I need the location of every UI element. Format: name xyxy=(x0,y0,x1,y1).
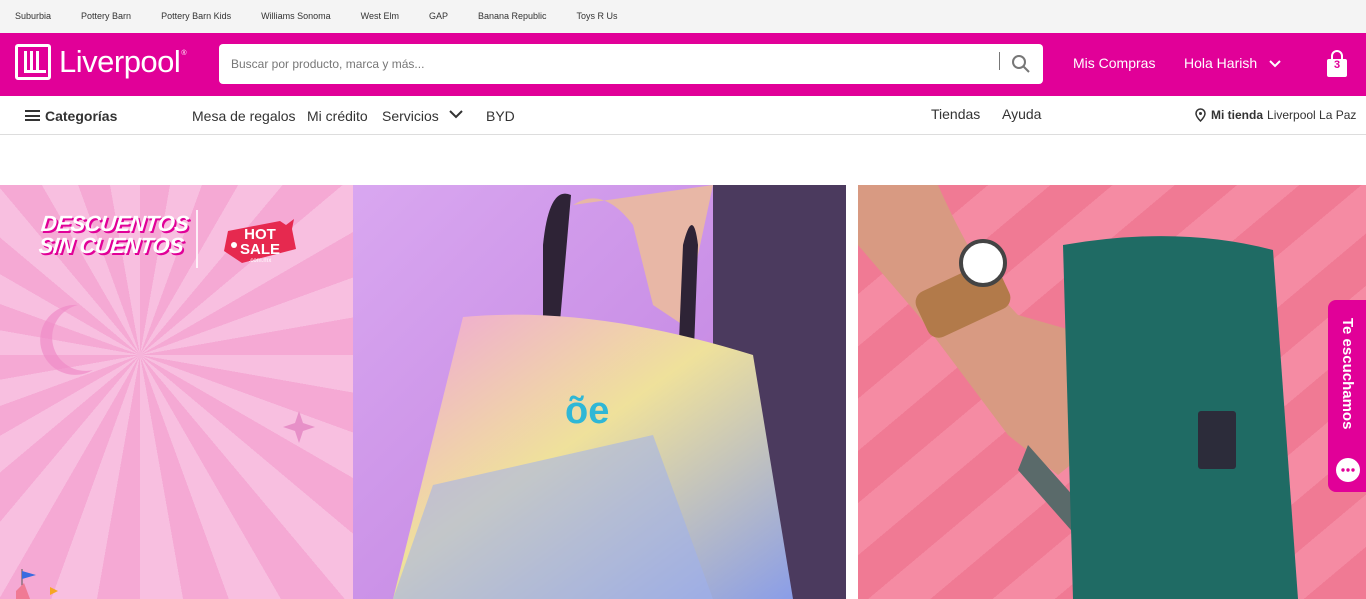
my-store-selector[interactable]: Mi tienda Liverpool La Paz xyxy=(1195,108,1356,122)
account-menu-button[interactable]: Hola Harish xyxy=(1184,55,1281,71)
partner-link-williams-sonoma[interactable]: Williams Sonoma xyxy=(261,0,331,33)
partner-link-pottery-barn-kids[interactable]: Pottery Barn Kids xyxy=(161,0,231,33)
cart-button[interactable]: 3 xyxy=(1325,50,1349,78)
partner-link-gap[interactable]: GAP xyxy=(429,0,448,33)
logo-wordmark: Liverpool xyxy=(59,44,181,79)
my-store-value: Liverpool La Paz xyxy=(1267,108,1357,122)
nav-servicios[interactable]: Servicios xyxy=(382,108,439,124)
hero-clutch-panel xyxy=(858,185,1366,599)
descuentos-sin-cuentos-logo: DESCUENTOS SIN CUENTOS xyxy=(37,211,190,258)
greeting-text: Hola Harish xyxy=(1184,55,1258,71)
hot-sale-text-1: HOT xyxy=(244,226,276,243)
moon-decoration-icon xyxy=(40,304,93,375)
hot-sale-text-2: SALE xyxy=(239,241,280,258)
chat-bubble-icon xyxy=(1336,458,1360,482)
partner-sites-bar: Suburbia Pottery Barn Pottery Barn Kids … xyxy=(0,0,1366,33)
partner-link-toys-r-us[interactable]: Toys R Us xyxy=(577,0,618,33)
feedback-label: Te escuchamos xyxy=(1339,318,1356,430)
site-header: Liverpool ® Mis Compras Hola Harish 3 xyxy=(0,33,1366,96)
liverpool-logo-mark-icon xyxy=(15,44,51,80)
my-store-label: Mi tienda xyxy=(1211,108,1264,122)
cart-count: 3 xyxy=(1333,59,1341,71)
partner-link-west-elm[interactable]: West Elm xyxy=(361,0,399,33)
star-decoration-icon xyxy=(283,411,315,443)
logo-registered: ® xyxy=(181,50,187,57)
clutch-bag-image xyxy=(858,185,1298,599)
promo-divider xyxy=(196,210,198,268)
nav-byd[interactable]: BYD xyxy=(486,108,515,124)
location-pin-icon xyxy=(1195,108,1206,122)
flag-decoration-icon xyxy=(16,569,58,599)
menu-icon[interactable] xyxy=(25,110,40,121)
feedback-tab[interactable]: Te escuchamos xyxy=(1328,300,1366,492)
hot-sale-sub: .com.mx xyxy=(248,258,272,264)
nav-ayuda[interactable]: Ayuda xyxy=(1002,106,1041,122)
servicios-chevron-down-icon[interactable] xyxy=(449,110,463,119)
main-navigation: Categorías Mesa de regalos Mi crédito Se… xyxy=(0,96,1366,135)
search-bar xyxy=(219,44,1043,84)
handbag-image: õe xyxy=(393,185,846,599)
chevron-down-icon xyxy=(1269,60,1281,68)
search-icon[interactable] xyxy=(1009,52,1033,76)
svg-text:õe: õe xyxy=(565,390,609,432)
mis-compras-link[interactable]: Mis Compras xyxy=(1073,55,1155,71)
partner-link-suburbia[interactable]: Suburbia xyxy=(15,0,51,33)
partner-link-pottery-barn[interactable]: Pottery Barn xyxy=(81,0,131,33)
hot-sale-logo: HOT SALE .com.mx xyxy=(220,215,300,269)
nav-tiendas[interactable]: Tiendas xyxy=(931,106,980,122)
hero-banner[interactable]: DESCUENTOS SIN CUENTOS HOT SALE .com.mx xyxy=(0,185,1366,599)
nav-mi-credito[interactable]: Mi crédito xyxy=(307,108,368,124)
hero-panel-gap xyxy=(846,185,858,599)
categorias-button[interactable]: Categorías xyxy=(45,108,117,124)
hero-handbag-panel: õe xyxy=(353,185,846,599)
partner-link-banana-republic[interactable]: Banana Republic xyxy=(478,0,547,33)
nav-mesa-de-regalos[interactable]: Mesa de regalos xyxy=(192,108,296,124)
search-separator xyxy=(999,52,1000,70)
search-input[interactable] xyxy=(219,44,994,84)
liverpool-logo[interactable]: Liverpool ® xyxy=(15,44,186,80)
